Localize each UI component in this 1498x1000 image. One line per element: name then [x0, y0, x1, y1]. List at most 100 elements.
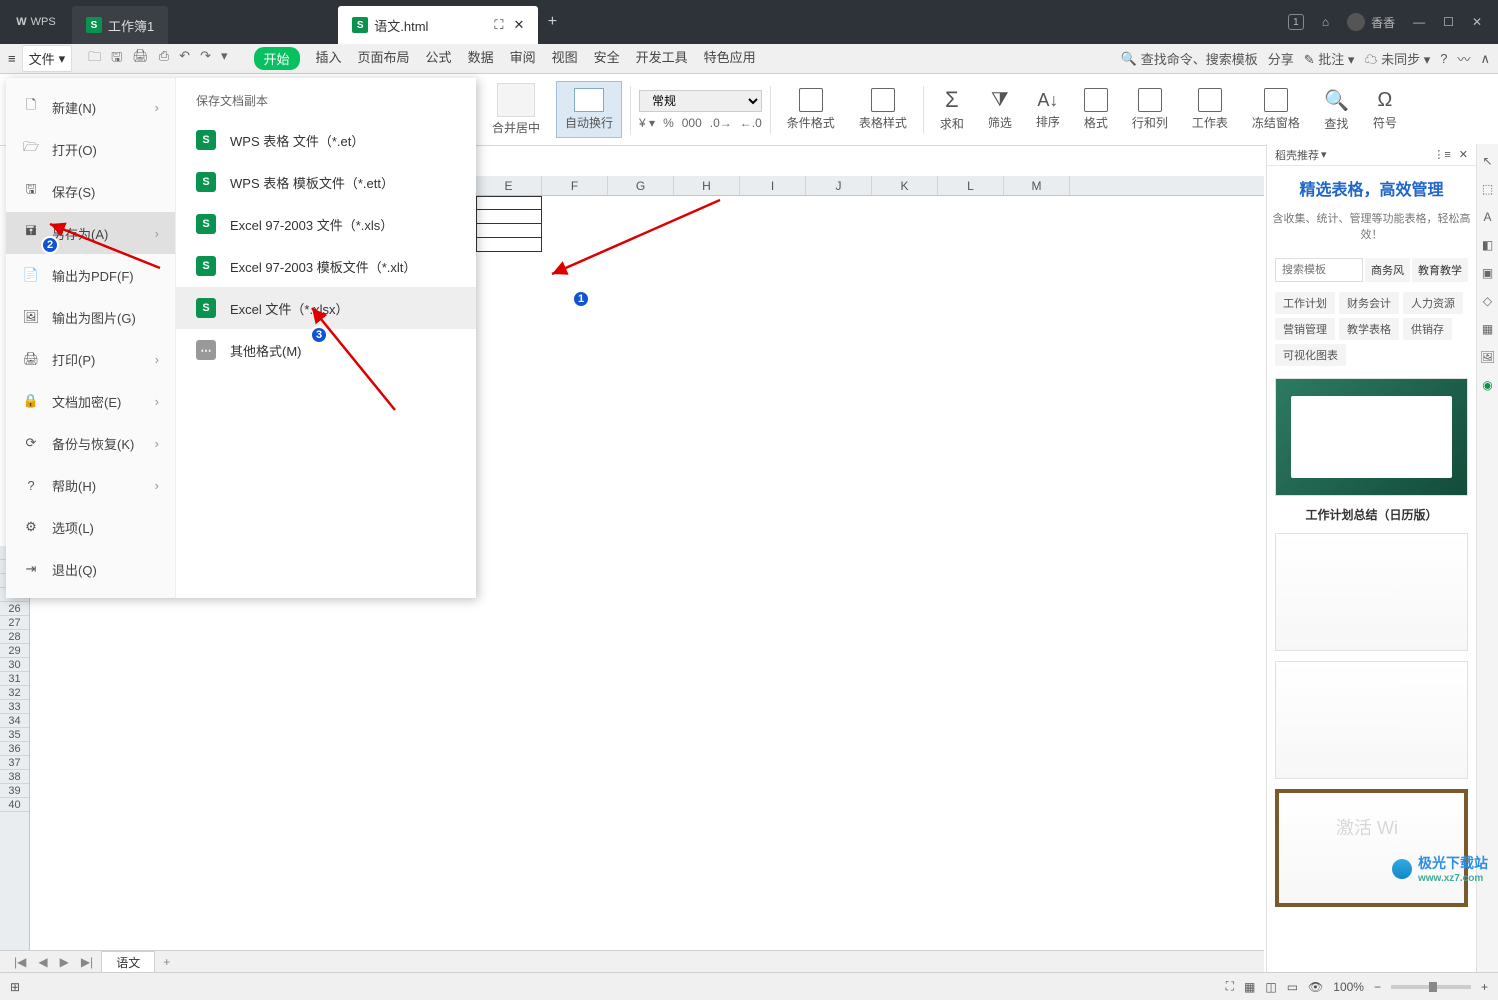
column-header[interactable]: G — [608, 176, 674, 195]
restore-icon[interactable]: ⛶ — [494, 17, 503, 33]
column-header[interactable]: H — [674, 176, 740, 195]
column-header[interactable]: M — [1004, 176, 1070, 195]
ribbon-tab-3[interactable]: 公式 — [426, 47, 452, 70]
menu-exit[interactable]: ⇥退出(Q) — [6, 548, 175, 590]
template-search-input[interactable] — [1275, 258, 1363, 282]
select-icon[interactable]: ⬚ — [1482, 182, 1493, 196]
dec-decimal-icon[interactable]: ←.0 — [740, 116, 762, 130]
currency-icon[interactable]: ¥ ▾ — [639, 116, 655, 130]
open-icon[interactable]: 🗀 — [88, 48, 101, 70]
table-icon[interactable]: ▦ — [1482, 322, 1493, 336]
column-header[interactable]: L — [938, 176, 1004, 195]
cell[interactable] — [476, 196, 542, 210]
template-thumb[interactable] — [1275, 789, 1468, 907]
save-icon[interactable]: 🖫 — [111, 48, 122, 70]
sheet[interactable]: 工作表 — [1184, 84, 1236, 135]
template-tag[interactable]: 人力资源 — [1403, 292, 1463, 314]
file-menu-button[interactable]: 文件▾ — [22, 45, 73, 72]
image-icon[interactable]: 🖼 — [1480, 350, 1495, 364]
template-thumb[interactable] — [1275, 533, 1468, 651]
template-thumb[interactable] — [1275, 378, 1468, 496]
sheet-nav-last[interactable]: ▶| — [77, 955, 97, 969]
panel-settings-icon[interactable]: ⋮≡ — [1433, 148, 1450, 161]
preview-icon[interactable]: ⎙ — [159, 48, 169, 70]
row-header[interactable]: 35 — [0, 728, 29, 742]
column-header[interactable]: F — [542, 176, 608, 195]
close-window-icon[interactable]: ✕ — [1472, 15, 1482, 29]
template-thumb[interactable] — [1275, 661, 1468, 779]
sum[interactable]: Σ求和 — [932, 83, 972, 136]
cell[interactable] — [476, 224, 542, 238]
row-header[interactable]: 38 — [0, 770, 29, 784]
ribbon-tab-9[interactable]: 特色应用 — [704, 47, 756, 70]
row-header[interactable]: 31 — [0, 672, 29, 686]
menu-encrypt[interactable]: 🔒文档加密(E)› — [6, 380, 175, 422]
print-icon[interactable]: 🖨 — [132, 48, 149, 70]
ribbon-tab-2[interactable]: 页面布局 — [358, 47, 410, 70]
add-sheet-button[interactable]: + — [159, 955, 174, 969]
column-header[interactable]: K — [872, 176, 938, 195]
table-style[interactable]: 表格样式 — [851, 84, 915, 135]
menu-new[interactable]: 🗋新建(N)› — [6, 86, 175, 128]
zoom-slider[interactable] — [1391, 985, 1471, 989]
menu-export-img[interactable]: 🖼输出为图片(G) — [6, 296, 175, 338]
view-grid-icon[interactable]: ▦ — [1244, 980, 1255, 994]
view-page-icon[interactable]: ◫ — [1265, 980, 1276, 994]
ribbon-tab-1[interactable]: 插入 — [316, 47, 342, 70]
feedback-icon[interactable]: ⌂ — [1322, 15, 1329, 29]
menu-open[interactable]: 🗁打开(O) — [6, 128, 175, 170]
sheet-tab[interactable]: 语文 — [101, 951, 155, 973]
number-format-select[interactable]: 常规 — [639, 90, 762, 112]
format-et[interactable]: SWPS 表格 文件（*.et） — [176, 119, 476, 161]
menu-icon[interactable]: ≡ — [8, 51, 16, 66]
cell[interactable] — [476, 238, 542, 252]
column-header[interactable]: J — [806, 176, 872, 195]
row-header[interactable]: 39 — [0, 784, 29, 798]
freeze[interactable]: 冻结窗格 — [1244, 84, 1308, 135]
cursor-icon[interactable]: ↖ — [1482, 154, 1492, 168]
sheet-nav-prev[interactable]: ◀ — [34, 955, 51, 969]
column-header[interactable]: E — [476, 176, 542, 195]
notification-badge[interactable]: 1 — [1288, 14, 1304, 30]
symbol[interactable]: Ω符号 — [1365, 85, 1405, 135]
sheet-nav-first[interactable]: |◀ — [10, 955, 30, 969]
view-reading-icon[interactable]: ▭ — [1287, 980, 1298, 994]
menu-help[interactable]: ?帮助(H)› — [6, 464, 175, 506]
row-header[interactable]: 26 — [0, 602, 29, 616]
view-normal-icon[interactable]: ⛶ — [1226, 979, 1234, 994]
template-tag[interactable]: 工作计划 — [1275, 292, 1335, 314]
template-tag[interactable]: 教学表格 — [1339, 318, 1399, 340]
format-ett[interactable]: SWPS 表格 模板文件（*.ett） — [176, 161, 476, 203]
zoom-out-button[interactable]: − — [1374, 980, 1381, 994]
user-account[interactable]: 香香 — [1347, 13, 1395, 31]
ribbon-tab-5[interactable]: 审阅 — [510, 47, 536, 70]
add-tab-button[interactable]: + — [538, 13, 566, 31]
template-tag[interactable]: 供销存 — [1403, 318, 1452, 340]
search-opt-edu[interactable]: 教育教学 — [1412, 258, 1468, 282]
ribbon-tab-0[interactable]: 开始 — [254, 47, 300, 70]
ribbon-tab-8[interactable]: 开发工具 — [636, 47, 688, 70]
format[interactable]: 格式 — [1076, 84, 1116, 135]
dropdown-icon[interactable]: ▾ — [221, 48, 228, 70]
record-icon[interactable]: ◉ — [1482, 378, 1492, 392]
rowcol[interactable]: 行和列 — [1124, 84, 1176, 135]
collapse-ribbon-icon[interactable]: 〰 — [1457, 49, 1470, 68]
style-icon[interactable]: A — [1483, 210, 1491, 224]
ribbon-tab-6[interactable]: 视图 — [552, 47, 578, 70]
minimize-icon[interactable]: — — [1413, 15, 1425, 29]
close-icon[interactable]: ✕ — [514, 17, 525, 33]
panel-close-icon[interactable]: ✕ — [1459, 148, 1468, 161]
inc-decimal-icon[interactable]: .0→ — [710, 116, 732, 130]
chart-icon[interactable]: ◧ — [1482, 238, 1493, 252]
row-header[interactable]: 29 — [0, 644, 29, 658]
cond-format[interactable]: 条件格式 — [779, 84, 843, 135]
row-header[interactable]: 37 — [0, 756, 29, 770]
menu-save[interactable]: 🖫保存(S) — [6, 170, 175, 212]
ribbon-tab-7[interactable]: 安全 — [594, 47, 620, 70]
redo-icon[interactable]: ↷ — [200, 48, 211, 70]
sync-button[interactable]: ☁ 未同步 ▾ — [1364, 49, 1430, 68]
percent-icon[interactable]: % — [663, 116, 674, 130]
row-header[interactable]: 30 — [0, 658, 29, 672]
shape-icon[interactable]: ◇ — [1483, 294, 1492, 308]
ribbon-tab-4[interactable]: 数据 — [468, 47, 494, 70]
